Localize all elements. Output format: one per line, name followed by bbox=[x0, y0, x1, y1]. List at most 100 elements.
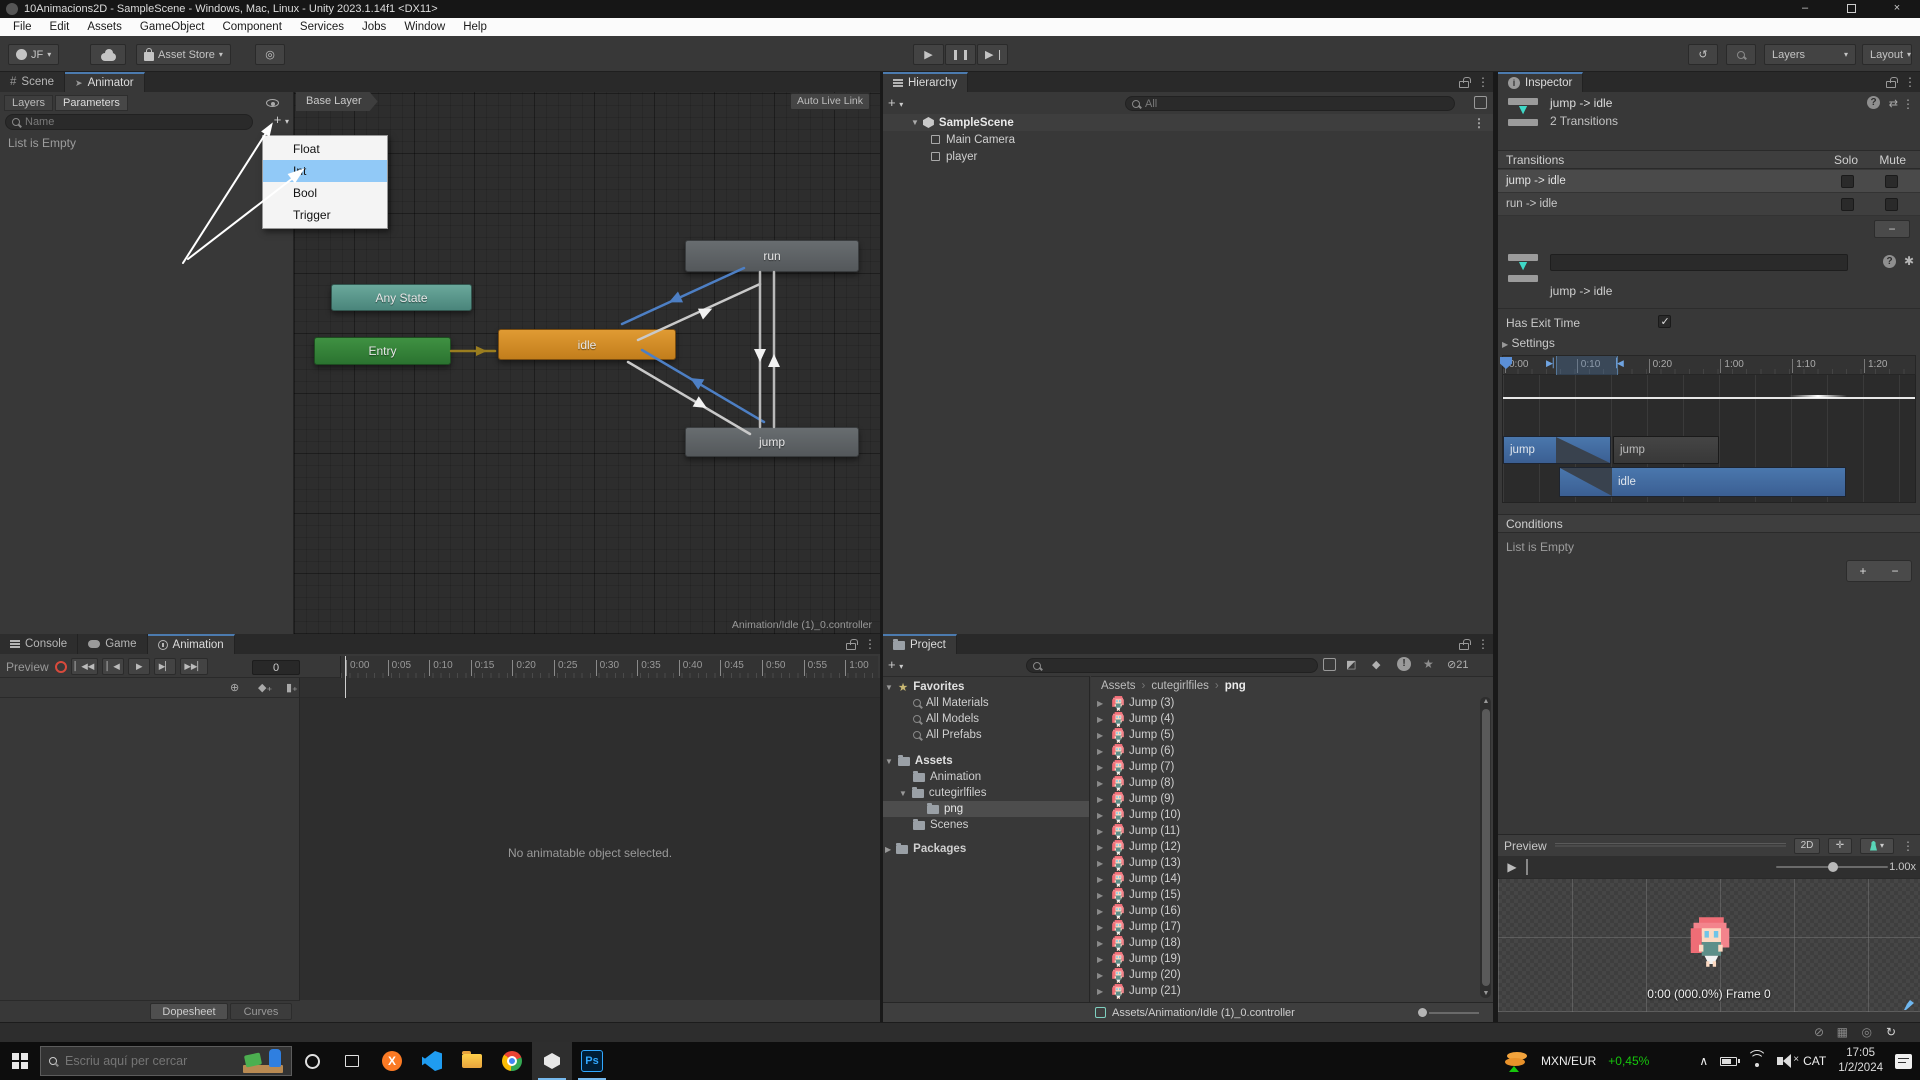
task-view-icon[interactable] bbox=[332, 1042, 372, 1080]
foldout-arrow-icon[interactable]: ▼ bbox=[911, 118, 919, 127]
lock-icon[interactable] bbox=[1459, 643, 1469, 650]
clip-idle[interactable]: idle bbox=[1559, 467, 1846, 497]
file-row[interactable]: ▶ Jump (8) bbox=[1091, 775, 1493, 791]
solo-checkbox[interactable] bbox=[1841, 198, 1854, 211]
add-object-button[interactable]: + ▾ bbox=[888, 95, 903, 110]
expand-arrow-icon[interactable]: ▶ bbox=[1097, 955, 1107, 964]
muted-notifications-icon[interactable]: ⊘ bbox=[1814, 1025, 1824, 1039]
hierarchy-row-player[interactable]: player bbox=[883, 148, 1493, 165]
menu-item-bool[interactable]: Bool bbox=[263, 182, 387, 204]
expand-arrow-icon[interactable]: ▶ bbox=[1097, 939, 1107, 948]
avatar-icon[interactable]: ▾ bbox=[1860, 838, 1894, 854]
state-node-anystate[interactable]: Any State bbox=[331, 284, 472, 311]
menu-item[interactable]: Window bbox=[395, 18, 454, 36]
menu-item[interactable]: Component bbox=[213, 18, 290, 36]
tab-inspector[interactable]: iInspector bbox=[1498, 72, 1583, 92]
preview-scrub-playhead[interactable] bbox=[1526, 859, 1528, 875]
open-in-window-icon[interactable] bbox=[1474, 96, 1487, 109]
hierarchy-search[interactable] bbox=[1125, 96, 1455, 111]
menu-item-int[interactable]: Int bbox=[263, 160, 387, 182]
close-button[interactable]: × bbox=[1874, 0, 1920, 18]
battery-icon[interactable] bbox=[1720, 1057, 1737, 1066]
expand-arrow-icon[interactable]: ▶ bbox=[1097, 763, 1107, 772]
project-search[interactable] bbox=[1026, 658, 1318, 673]
remove-condition-button[interactable]: − bbox=[1879, 561, 1911, 581]
has-exit-time-checkbox[interactable] bbox=[1658, 315, 1671, 328]
tree-png-folder[interactable]: png bbox=[927, 801, 963, 817]
preview-play-button[interactable]: ▶ bbox=[1498, 860, 1526, 874]
unity-taskbar-icon[interactable] bbox=[532, 1042, 572, 1080]
scrollbar-thumb[interactable] bbox=[1482, 709, 1490, 986]
file-row[interactable]: ▶ Jump (19) bbox=[1091, 951, 1493, 967]
open-in-window-icon[interactable] bbox=[1323, 658, 1336, 671]
tree-favorites[interactable]: ▼★Favorites bbox=[885, 679, 964, 695]
menu-item-trigger[interactable]: Trigger bbox=[263, 204, 387, 226]
kebab-menu-icon[interactable]: ⋮ bbox=[1904, 75, 1916, 89]
transition-name-field[interactable] bbox=[1550, 254, 1848, 271]
cloud-button[interactable] bbox=[90, 44, 126, 65]
hidden-count-eye-icon[interactable]: ⊘21 bbox=[1447, 658, 1468, 671]
pen-icon[interactable] bbox=[1904, 1000, 1914, 1010]
auto-live-link-button[interactable]: Auto Live Link bbox=[790, 93, 870, 110]
breadcrumb-png[interactable]: png bbox=[1225, 680, 1246, 692]
tree-all-prefabs[interactable]: All Prefabs bbox=[913, 727, 982, 743]
expand-arrow-icon[interactable]: ▶ bbox=[1097, 827, 1107, 836]
file-row[interactable]: ▶ Jump (21) bbox=[1091, 983, 1493, 999]
dopesheet-button[interactable]: Dopesheet bbox=[150, 1003, 228, 1020]
prev-frame-button[interactable]: ▏◀ bbox=[102, 658, 124, 675]
breadcrumb-assets[interactable]: Assets bbox=[1101, 680, 1136, 692]
file-row[interactable]: ▶ Jump (6) bbox=[1091, 743, 1493, 759]
presets-icon[interactable]: ⇄ bbox=[1889, 97, 1898, 110]
expand-arrow-icon[interactable]: ▶ bbox=[1097, 811, 1107, 820]
tray-chevron-icon[interactable]: ∧ bbox=[1699, 1054, 1708, 1068]
kebab-menu-icon[interactable]: ⋮ bbox=[1477, 637, 1489, 651]
file-row[interactable]: ▶ Jump (14) bbox=[1091, 871, 1493, 887]
expand-arrow-icon[interactable]: ▶ bbox=[1097, 715, 1107, 724]
kebab-menu-icon[interactable]: ⋮ bbox=[1902, 97, 1914, 111]
hierarchy-search-input[interactable] bbox=[1145, 98, 1448, 110]
expand-arrow-icon[interactable]: ▶ bbox=[1097, 987, 1107, 996]
curve-filter-icon[interactable]: ⊕ bbox=[230, 681, 239, 694]
expand-arrow-icon[interactable]: ▶ bbox=[1097, 779, 1107, 788]
play-button[interactable]: ▶ bbox=[913, 44, 944, 65]
tab-console[interactable]: Console bbox=[0, 634, 78, 654]
photoshop-icon[interactable]: Ps bbox=[572, 1042, 612, 1080]
add-parameter-button[interactable]: + ▾ bbox=[274, 112, 289, 127]
scroll-up-arrow[interactable]: ▲ bbox=[1483, 698, 1490, 705]
dopesheet-area[interactable]: No animatable object selected. bbox=[300, 698, 880, 1000]
preview-toggle[interactable]: Preview bbox=[6, 660, 49, 674]
expand-arrow-icon[interactable]: ▶ bbox=[1097, 843, 1107, 852]
mute-checkbox[interactable] bbox=[1885, 198, 1898, 211]
favorites-star-icon[interactable]: ★ bbox=[1423, 657, 1434, 671]
exit-time-marker[interactable]: ▶▏ bbox=[1546, 358, 1560, 369]
tree-packages[interactable]: ▶Packages bbox=[885, 841, 966, 857]
file-row[interactable]: ▶ Jump (20) bbox=[1091, 967, 1493, 983]
add-condition-button[interactable]: + bbox=[1847, 561, 1879, 581]
menu-item[interactable]: Jobs bbox=[353, 18, 395, 36]
step-button[interactable]: ▶ bbox=[977, 44, 1008, 65]
file-explorer-icon[interactable] bbox=[452, 1042, 492, 1080]
file-row[interactable]: ▶ Jump (4) bbox=[1091, 711, 1493, 727]
expand-arrow-icon[interactable]: ▶ bbox=[1097, 859, 1107, 868]
file-row[interactable]: ▶ Jump (16) bbox=[1091, 903, 1493, 919]
tab-animator[interactable]: ➤Animator bbox=[65, 72, 145, 92]
lock-icon[interactable] bbox=[1459, 81, 1469, 88]
expand-arrow-icon[interactable]: ▶ bbox=[1097, 747, 1107, 756]
expand-arrow-icon[interactable]: ▶ bbox=[1097, 971, 1107, 980]
menu-item[interactable]: Help bbox=[454, 18, 496, 36]
next-frame-button[interactable]: ▶▏ bbox=[154, 658, 176, 675]
expand-arrow-icon[interactable]: ▶ bbox=[1097, 923, 1107, 932]
state-node-jump[interactable]: jump bbox=[685, 427, 859, 457]
file-row[interactable]: ▶ Jump (3) bbox=[1091, 695, 1493, 711]
settings-foldout-label[interactable]: Settings bbox=[1512, 336, 1555, 350]
chrome-icon[interactable] bbox=[492, 1042, 532, 1080]
search-button[interactable] bbox=[1726, 44, 1756, 65]
tab-scene[interactable]: #Scene bbox=[0, 72, 65, 92]
add-event-icon[interactable]: ▮₊ bbox=[286, 681, 298, 694]
tree-scenes-folder[interactable]: Scenes bbox=[913, 817, 968, 833]
menu-item[interactable]: Services bbox=[291, 18, 353, 36]
file-row[interactable]: ▶ Jump (5) bbox=[1091, 727, 1493, 743]
foldout-arrow-icon[interactable]: ▶ bbox=[1502, 340, 1508, 349]
record-button[interactable] bbox=[55, 661, 67, 673]
filter-by-type-icon[interactable]: ◩ bbox=[1346, 658, 1356, 671]
